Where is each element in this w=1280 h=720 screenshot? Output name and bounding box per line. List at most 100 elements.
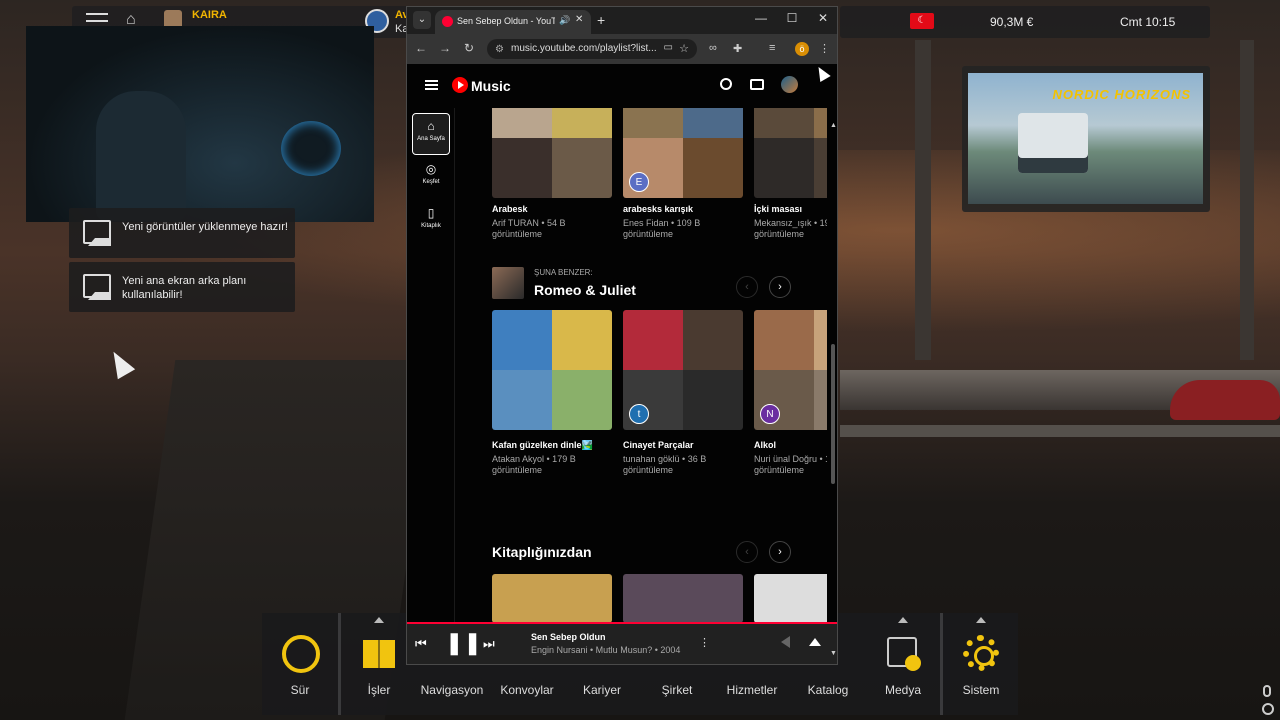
dock-item-sur[interactable]: Sür: [262, 613, 338, 715]
section-title[interactable]: Kitaplığınızdan: [492, 544, 592, 560]
previous-icon[interactable]: ⏮: [415, 636, 427, 652]
dock-item-sistem[interactable]: Sistem: [943, 613, 1019, 715]
account-avatar[interactable]: [781, 76, 798, 93]
scrollbar-thumb[interactable]: [831, 344, 835, 484]
ytm-logo-icon[interactable]: [452, 77, 468, 93]
card-subtitle: Atakan Akyol • 179 B: [492, 454, 576, 464]
card-subtitle: tunahan göklü • 36 B: [623, 454, 707, 464]
card-title[interactable]: Kafan güzelken dinle🏞️: [492, 440, 593, 451]
chevron-up-icon: [976, 617, 986, 623]
card-subtitle: Enes Fidan • 109 B: [623, 218, 701, 228]
next-icon[interactable]: ⏭: [483, 636, 495, 652]
expand-player-icon[interactable]: [809, 638, 821, 646]
url-field[interactable]: ⚙ music.youtube.com/playlist?list... ▭ ☆: [487, 39, 697, 59]
cast-icon[interactable]: [750, 79, 764, 90]
pause-icon[interactable]: ❚❚: [445, 630, 482, 656]
more-options-icon[interactable]: ⋮: [699, 636, 710, 649]
notification-text: Yeni görüntüler yüklenmeye hazır!: [122, 221, 288, 233]
section-title[interactable]: Romeo & Juliet: [534, 282, 636, 298]
new-tab-button[interactable]: +: [597, 12, 605, 28]
scroll-left-button[interactable]: ‹: [736, 541, 758, 563]
playlist-art: [492, 574, 612, 623]
tab-title: Sen Sebep Oldun - YouTube: [457, 16, 555, 26]
game-clock: Cmt 10:15: [1120, 15, 1176, 29]
now-playing-title[interactable]: Sen Sebep Oldun: [531, 632, 606, 642]
dock-label: Şirket: [661, 683, 693, 697]
reload-icon[interactable]: ↻: [461, 41, 477, 55]
sidebar-item-explore[interactable]: ◎ Keşfet: [412, 157, 450, 199]
vpn-icon[interactable]: ∞: [709, 42, 717, 54]
scroll-right-button[interactable]: ›: [769, 541, 791, 563]
card-subtitle: Arif TURAN • 54 B: [492, 218, 566, 228]
menu-icon[interactable]: [425, 80, 438, 90]
card-title[interactable]: arabesks karışık: [623, 204, 693, 214]
dock-label: Medya: [884, 683, 922, 697]
sidebar-item-home[interactable]: ⌂ Ana Sayfa: [412, 113, 450, 155]
creator-badge: N: [760, 404, 780, 424]
guard-rail: [840, 425, 1280, 437]
extensions-icon[interactable]: ✚: [733, 42, 742, 55]
dock-item-medya[interactable]: Medya: [865, 613, 941, 715]
card-title[interactable]: Alkol: [754, 440, 776, 450]
dock-label: Katalog: [807, 683, 849, 697]
webcam-overlay: [26, 26, 374, 222]
media-controls-icon[interactable]: ≡: [769, 42, 775, 54]
microphone-icon[interactable]: [1263, 685, 1271, 697]
playlist-art: E: [623, 108, 743, 198]
forward-arrow-icon[interactable]: →: [437, 41, 453, 55]
creator-badge: E: [629, 172, 649, 192]
ytm-header: Music: [407, 64, 837, 108]
audio-icon[interactable]: 🔊: [559, 15, 570, 26]
browser-window: ⌄ Sen Sebep Oldun - YouTube 🔊 ✕ + — ☐ ✕ …: [406, 6, 838, 665]
volume-icon[interactable]: [781, 636, 790, 648]
search-icon[interactable]: [720, 78, 732, 90]
tab-youtube-music[interactable]: Sen Sebep Oldun - YouTube 🔊 ✕: [435, 10, 591, 34]
install-icon[interactable]: ▭: [664, 42, 673, 53]
tab-search-icon[interactable]: ⌄: [413, 11, 431, 29]
notification-card[interactable]: Yeni ana ekran arka planı kullanılabilir…: [69, 262, 295, 312]
ytm-brand[interactable]: Music: [471, 78, 511, 94]
notification-card[interactable]: Yeni görüntüler yüklenmeye hazır!: [69, 208, 295, 258]
scroll-left-button[interactable]: ‹: [736, 276, 758, 298]
tab-bar: ⌄ Sen Sebep Oldun - YouTube 🔊 ✕ + — ☐ ✕: [407, 7, 837, 34]
street-pole: [915, 40, 931, 360]
ytm-content: Arabesk Arif TURAN • 54 B görüntüleme E …: [456, 108, 827, 623]
profile-avatar[interactable]: ö: [795, 42, 809, 56]
now-playing-subtitle[interactable]: Engin Nursani • Mutlu Musun? • 2004: [531, 645, 680, 655]
section-kicker: ŞUNA BENZER:: [534, 268, 593, 277]
bookmark-star-icon[interactable]: ☆: [679, 42, 689, 55]
card-title[interactable]: Arabesk: [492, 204, 528, 214]
playlist-art: [492, 108, 612, 198]
card-title[interactable]: İçki masası: [754, 204, 802, 214]
close-tab-icon[interactable]: ✕: [575, 14, 583, 25]
back-arrow-icon[interactable]: ←: [413, 41, 429, 55]
background-preview: NORDIC HORIZONS: [962, 66, 1210, 212]
minimize-button[interactable]: —: [751, 11, 771, 25]
playlist-art: [754, 574, 827, 623]
maximize-button[interactable]: ☐: [782, 11, 802, 25]
sidebar-label: Keşfet: [422, 179, 440, 185]
chevron-up-icon: [898, 617, 908, 623]
bookmark-icon: ▯: [427, 206, 435, 220]
cargo-icon: [363, 640, 395, 668]
dock-label: Kariyer: [582, 683, 621, 697]
browser-menu-icon[interactable]: ⋮: [819, 42, 830, 55]
notification-text: Yeni ana ekran arka planı kullanılabilir…: [122, 275, 247, 301]
site-info-icon[interactable]: ⚙: [495, 44, 504, 55]
settings-icon[interactable]: [1262, 703, 1274, 715]
sidebar-label: Ana Sayfa: [417, 136, 445, 142]
player-name: KAIRA: [192, 9, 227, 21]
card-title[interactable]: Cinayet Parçalar: [623, 440, 694, 450]
sidebar-item-library[interactable]: ▯ Kitaplık: [412, 201, 450, 243]
playlist-art: t: [623, 310, 743, 430]
playlist-art: [754, 108, 827, 198]
image-icon: [83, 274, 111, 300]
money-balance: 90,3M €: [990, 15, 1034, 29]
scroll-up-icon[interactable]: ▲: [830, 122, 837, 129]
scroll-down-icon[interactable]: ▼: [830, 650, 837, 657]
chevron-up-icon: [374, 617, 384, 623]
card-subtitle: görüntüleme: [492, 465, 543, 475]
close-window-button[interactable]: ✕: [813, 11, 833, 25]
address-bar: ← → ↻ ⚙ music.youtube.com/playlist?list.…: [407, 34, 837, 64]
scroll-right-button[interactable]: ›: [769, 276, 791, 298]
